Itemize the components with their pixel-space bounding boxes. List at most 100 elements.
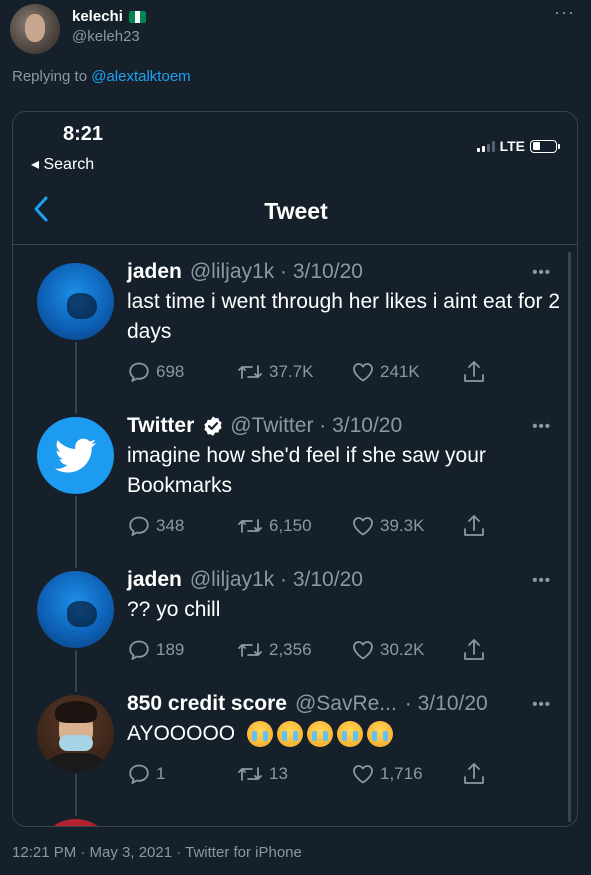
reply-icon (129, 516, 149, 536)
status-indicators: LTE (476, 138, 560, 154)
like-count: 1,716 (380, 764, 423, 783)
retweet-button: 37.7K (236, 359, 351, 385)
share-button (461, 359, 487, 385)
like-count: 39.3K (380, 516, 425, 535)
reply-icon (129, 640, 149, 660)
tweet-author-name: jaden (127, 260, 182, 283)
tweet-author-name: Twitter (127, 414, 195, 437)
tweet-actions: 348 6,150 39.3K (127, 513, 507, 539)
more-options-icon: ••• (532, 418, 551, 435)
like-count: 30.2K (380, 640, 425, 659)
tweet-header: jaden @liljay1k · 3/10/20 (127, 568, 363, 592)
nigeria-flag-icon (128, 10, 146, 23)
share-button (461, 761, 487, 787)
tweet-handle-date: @liljay1k · 3/10/20 (189, 568, 363, 591)
tweet-actions: 1 13 1,716 (127, 761, 507, 787)
author-name[interactable]: kelechi (72, 8, 123, 25)
retweet-button: 2,356 (236, 637, 351, 663)
network-label: LTE (499, 138, 525, 154)
reply-count: 348 (156, 516, 185, 535)
retweet-button: 6,150 (236, 513, 351, 539)
author-name-row[interactable]: kelechi (72, 8, 146, 25)
battery-icon (530, 139, 560, 153)
share-icon (464, 763, 484, 784)
share-icon (464, 361, 484, 382)
tweet-text: last time i went through her likes i ain… (127, 290, 561, 343)
signal-icon (476, 140, 495, 152)
tweet-header: Twitter @Twitter · 3/10/20 (127, 414, 402, 438)
retweet-count: 6,150 (269, 516, 312, 535)
tweet-handle-date: @liljay1k · 3/10/20 (189, 260, 363, 283)
status-time: 8:21 (63, 123, 104, 145)
author-handle[interactable]: @keleh23 (72, 28, 140, 45)
retweet-icon (238, 643, 262, 657)
tweet-text: ?? yo chill (127, 598, 221, 621)
tweet-header: jaden @liljay1k · 3/10/20 (127, 260, 363, 284)
nav-title: Tweet (264, 198, 328, 224)
share-icon (464, 639, 484, 660)
thread-line (75, 342, 77, 414)
like-button: 30.2K (351, 637, 461, 663)
reply-button: 1 (127, 761, 236, 787)
reply-button: 348 (127, 513, 236, 539)
replying-to: Replying to @alextalktoem (12, 68, 191, 85)
share-icon (464, 515, 484, 536)
tweet-text-row: AYOOOOO (127, 719, 567, 749)
like-button: 1,716 (351, 761, 461, 787)
emoji-group (246, 721, 393, 748)
person-avatar (37, 695, 114, 772)
retweet-icon (238, 767, 262, 781)
partial-avatar (37, 819, 114, 826)
share-button (461, 513, 487, 539)
thread-line (75, 774, 77, 816)
retweet-icon (238, 365, 262, 379)
more-options-icon[interactable]: ··· (554, 2, 575, 23)
more-options-icon: ••• (532, 696, 551, 713)
retweet-button: 13 (236, 761, 351, 787)
tweet-date: · 3/10/20 (404, 692, 488, 715)
heart-icon (353, 517, 373, 536)
reply-button: 189 (127, 637, 236, 663)
divider (13, 244, 577, 245)
loudly-crying-face-emoji (366, 721, 393, 748)
heart-icon (353, 363, 373, 382)
thread-line (75, 496, 77, 568)
twitter-bird-icon (54, 438, 96, 472)
reply-button: 698 (127, 359, 236, 385)
retweet-count: 37.7K (269, 362, 314, 381)
share-button (461, 637, 487, 663)
more-options-icon: ••• (532, 572, 551, 589)
retweet-count: 2,356 (269, 640, 312, 659)
retweet-icon (238, 519, 262, 533)
thread-line (75, 650, 77, 692)
like-button: 241K (351, 359, 461, 385)
loudly-crying-face-emoji (306, 721, 333, 748)
replying-prefix: Replying to (12, 68, 88, 85)
reply-icon (129, 362, 149, 382)
tweet-author-name: 850 credit score (127, 692, 287, 715)
reply-icon (129, 764, 149, 784)
tweet-handle-date: @Twitter · 3/10/20 (230, 414, 403, 437)
loudly-crying-face-emoji (276, 721, 303, 748)
tweet-timestamp: 12:21 PM · May 3, 2021 · Twitter for iPh… (12, 844, 302, 861)
tweet-actions: 698 37.7K 241K (127, 359, 507, 385)
tweet-header: 850 credit score @SavRe... · 3/10/20 (127, 692, 488, 716)
twitter-avatar (37, 417, 114, 494)
reply-count: 698 (156, 362, 185, 381)
back-to-search-link: ◂ Search (31, 156, 95, 173)
replying-to-link[interactable]: @alextalktoem (91, 68, 190, 85)
loudly-crying-face-emoji (246, 721, 273, 748)
attached-screenshot[interactable]: 8:21 ◂ Search LTE Tweet jaden @liljay1k … (12, 111, 578, 827)
like-button: 39.3K (351, 513, 461, 539)
verified-badge-icon (202, 415, 224, 437)
heart-icon (353, 641, 373, 660)
jaden-avatar (37, 263, 114, 340)
tweet-handle: @SavRe... (294, 692, 397, 715)
more-options-icon: ••• (532, 264, 551, 281)
reply-count: 189 (156, 640, 185, 659)
author-avatar[interactable] (10, 4, 60, 54)
tweet-text: imagine how she'd feel if she saw your B… (127, 444, 486, 497)
heart-icon (353, 765, 373, 784)
reply-count: 1 (156, 764, 166, 783)
like-count: 241K (380, 362, 420, 381)
